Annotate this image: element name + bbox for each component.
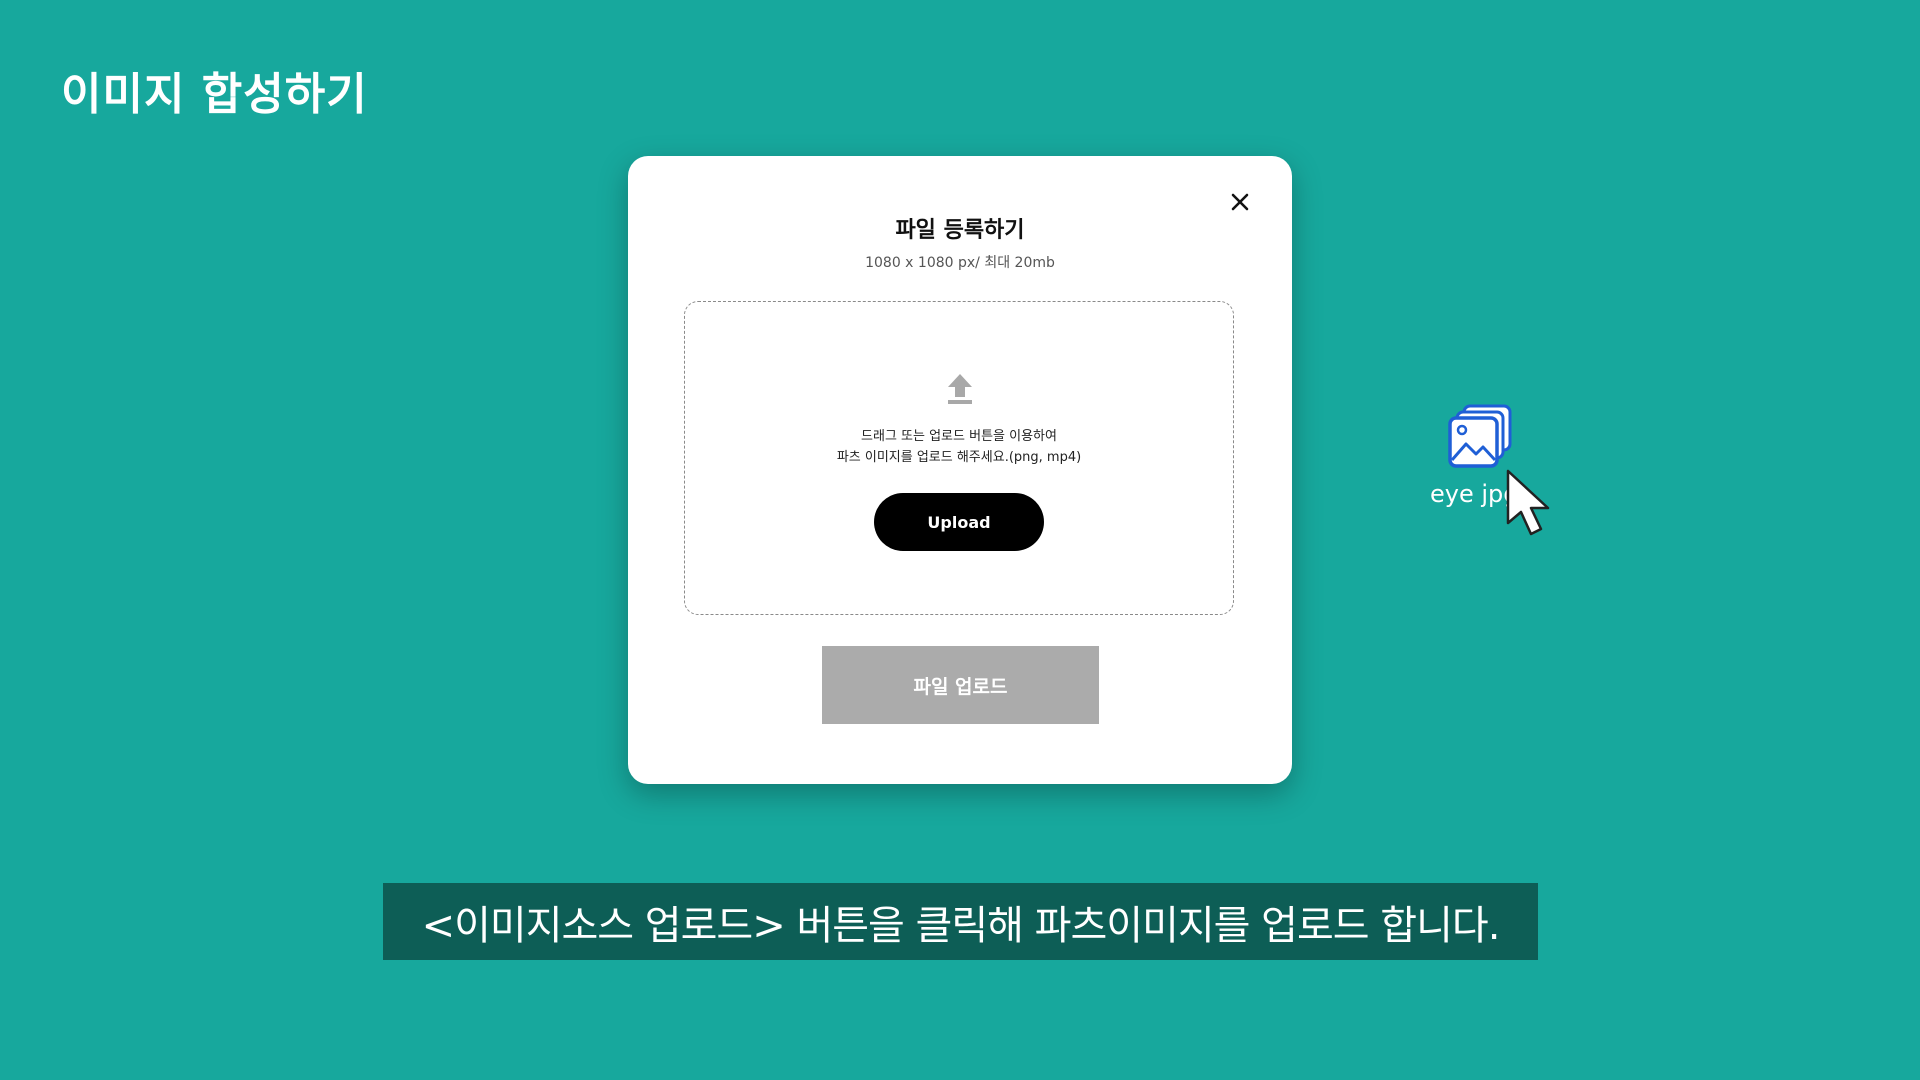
- caption-text: <이미지소스 업로드> 버튼을 클릭해 파츠이미지를 업로드 합니다.: [421, 902, 1501, 949]
- upload-arrow-icon: [945, 372, 975, 406]
- dropzone-instruction-line1: 드래그 또는 업로드 버튼을 이용하여: [861, 429, 1057, 444]
- file-dropzone[interactable]: 드래그 또는 업로드 버튼을 이용하여 파츠 이미지를 업로드 해주세요.(pn…: [684, 301, 1234, 615]
- page-title: 이미지 합성하기: [61, 69, 368, 120]
- modal-subtitle: 1080 x 1080 px/ 최대 20mb: [865, 255, 1055, 271]
- image-files-icon[interactable]: [1448, 404, 1514, 470]
- caption-bar: <이미지소스 업로드> 버튼을 클릭해 파츠이미지를 업로드 합니다.: [383, 883, 1538, 960]
- mouse-cursor-icon: [1504, 468, 1564, 538]
- upload-button[interactable]: Upload: [874, 493, 1044, 551]
- modal-title: 파일 등록하기: [895, 218, 1025, 243]
- dropzone-instruction-line2: 파츠 이미지를 업로드 해주세요.(png, mp4): [836, 450, 1082, 465]
- file-upload-submit-button[interactable]: 파일 업로드: [822, 646, 1099, 724]
- file-upload-modal: 파일 등록하기 1080 x 1080 px/ 최대 20mb 드래그 또는 업…: [628, 156, 1292, 784]
